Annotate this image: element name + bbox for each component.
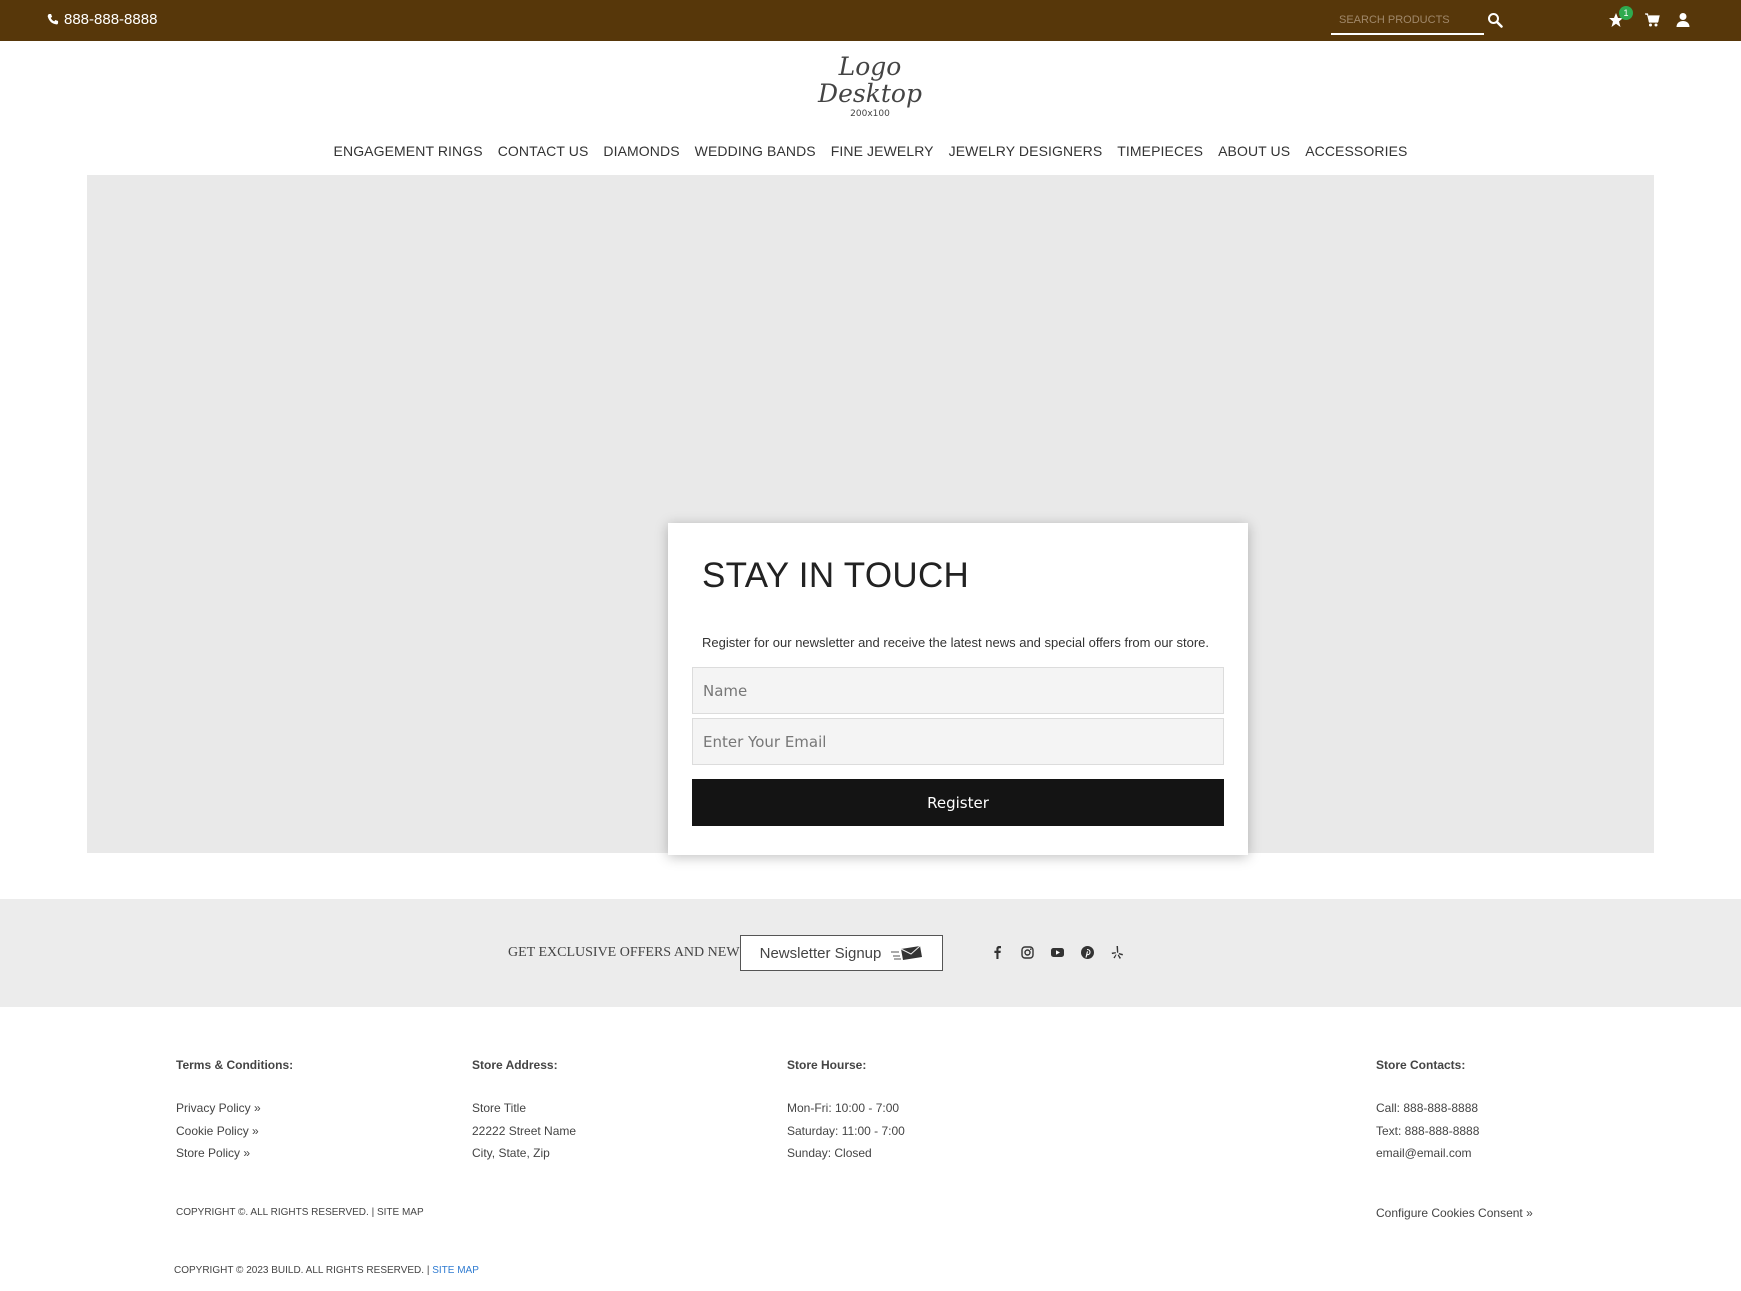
site-logo[interactable]: Logo Desktop 200x100 [800, 53, 940, 119]
footer-contacts-column: Store Contacts: Call: 888-888-8888 Text:… [1376, 1058, 1479, 1165]
newsletter-signup-label: Newsletter Signup [759, 944, 882, 962]
nav-item-diamonds[interactable]: DIAMONDS [603, 143, 679, 159]
main-nav: ENGAGEMENT RINGS CONTACT US DIAMONDS WED… [0, 143, 1741, 159]
store-policy-link[interactable]: Store Policy » [176, 1142, 293, 1165]
phone-link[interactable]: 888-888-8888 [46, 11, 157, 28]
hours-line: Sunday: Closed [787, 1146, 872, 1160]
cart-icon[interactable] [1644, 12, 1660, 28]
newsletter-card: STAY IN TOUCH Register for our newslette… [668, 523, 1248, 855]
hero-banner: STAY IN TOUCH Register for our newslette… [87, 175, 1654, 855]
search-input[interactable] [1331, 9, 1471, 31]
logo-size-text: 200x100 [850, 109, 890, 119]
newsletter-title: STAY IN TOUCH [702, 556, 970, 595]
envelope-icon [891, 945, 923, 960]
name-field[interactable] [692, 667, 1224, 714]
newsletter-signup-button[interactable]: Newsletter Signup [740, 935, 943, 971]
address-line: Store Title [472, 1101, 527, 1115]
footer-hours-title: Store Hourse: [787, 1058, 867, 1072]
copyright-bar: COPYRIGHT © 2023 BUILD. ALL RIGHTS RESER… [174, 1265, 479, 1276]
copyright-text-2023: COPYRIGHT © 2023 BUILD. ALL RIGHTS RESER… [174, 1265, 430, 1276]
hours-line: Saturday: 11:00 - 7:00 [787, 1123, 905, 1138]
favorites-badge: 1 [1619, 6, 1633, 20]
logo-text-line2: Desktop [818, 79, 922, 108]
newsletter-description: Register for our newsletter and receive … [702, 635, 1210, 650]
nav-item-fine-jewelry[interactable]: FINE JEWELRY [831, 143, 934, 159]
nav-item-contact-us[interactable]: CONTACT US [498, 143, 589, 159]
nav-item-timepieces[interactable]: TIMEPIECES [1117, 143, 1203, 159]
footer-terms-title: Terms & Conditions: [176, 1058, 294, 1072]
nav-item-wedding-bands[interactable]: WEDDING BANDS [695, 143, 816, 159]
top-bar: 888-888-8888 1 [0, 0, 1741, 41]
contact-phone[interactable]: Call: 888-888-8888 [1376, 1097, 1479, 1120]
configure-cookies-link[interactable]: Configure Cookies Consent » [1376, 1206, 1533, 1220]
social-links [990, 945, 1125, 960]
yelp-icon[interactable] [1110, 945, 1125, 960]
contact-email[interactable]: email@email.com [1376, 1142, 1479, 1165]
cookie-policy-link[interactable]: Cookie Policy » [176, 1120, 293, 1143]
footer-contacts-title: Store Contacts: [1376, 1058, 1466, 1072]
youtube-icon[interactable] [1050, 945, 1065, 960]
site-map-link[interactable]: SITE MAP [432, 1265, 479, 1276]
search-field [1331, 9, 1484, 35]
register-button[interactable]: Register [692, 779, 1224, 826]
phone-number: 888-888-8888 [64, 11, 158, 28]
address-line: City, State, Zip [472, 1146, 550, 1160]
email-field[interactable] [692, 718, 1224, 765]
user-icon[interactable] [1675, 12, 1691, 28]
copyright-text: COPYRIGHT ©. ALL RIGHTS RESERVED. | SITE… [176, 1207, 424, 1218]
hours-line: Mon-Fri: 10:00 - 7:00 [787, 1101, 900, 1115]
instagram-icon[interactable] [1020, 945, 1035, 960]
search-icon[interactable] [1487, 12, 1503, 28]
footer-address-title: Store Address: [472, 1058, 558, 1072]
phone-icon [47, 13, 59, 24]
footer-hours-column: Store Hourse: Mon-Fri: 10:00 - 7:00 Satu… [787, 1058, 905, 1165]
footer-address-column: Store Address: Store Title 22222 Street … [472, 1058, 576, 1165]
newsletter-strip: GET EXCLUSIVE OFFERS AND NEWS. Newslette… [0, 899, 1741, 1007]
nav-item-engagement-rings[interactable]: ENGAGEMENT RINGS [334, 143, 483, 159]
facebook-icon[interactable] [990, 945, 1005, 960]
nav-item-jewelry-designers[interactable]: JEWELRY DESIGNERS [949, 143, 1103, 159]
nav-item-accessories[interactable]: ACCESSORIES [1305, 143, 1407, 159]
pinterest-icon[interactable] [1080, 945, 1095, 960]
address-line: 22222 Street Name [472, 1123, 577, 1138]
exclusive-offers-text: GET EXCLUSIVE OFFERS AND NEWS. [508, 945, 751, 960]
nav-item-about-us[interactable]: ABOUT US [1218, 143, 1290, 159]
logo-text-line1: Logo [838, 52, 902, 81]
privacy-policy-link[interactable]: Privacy Policy » [176, 1097, 293, 1120]
contact-text[interactable]: Text: 888-888-8888 [1376, 1120, 1479, 1143]
footer-terms-column: Terms & Conditions: Privacy Policy » Coo… [176, 1058, 293, 1165]
